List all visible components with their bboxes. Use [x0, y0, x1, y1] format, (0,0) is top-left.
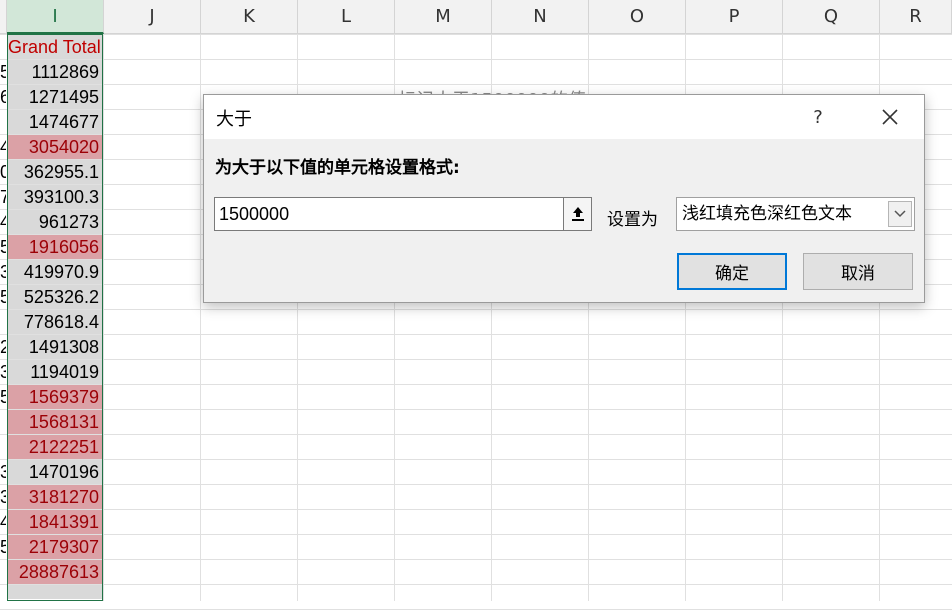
close-button[interactable] — [868, 101, 912, 133]
grid-row-line — [0, 459, 952, 460]
value-cell[interactable]: 28887613 — [8, 560, 102, 584]
value-cell[interactable]: 1194019 — [8, 360, 102, 384]
value-cell[interactable]: 1841391 — [8, 510, 102, 534]
grid-column-line — [200, 34, 201, 601]
column-h-partial-value: 0 — [0, 162, 6, 182]
grid-row-line — [0, 309, 952, 310]
value-cell[interactable]: 419970.9 — [8, 260, 102, 284]
column-h-partial-value: 4 — [0, 212, 6, 232]
ok-button[interactable]: 确定 — [677, 253, 787, 290]
column-header-m[interactable]: M — [395, 0, 492, 34]
dialog-prompt: 为大于以下值的单元格设置格式: — [215, 158, 460, 178]
column-h-partial-value: 3 — [0, 487, 6, 507]
column-h-partial-value: 2 — [0, 337, 6, 357]
value-input[interactable]: 1500000 — [214, 197, 564, 231]
format-dropdown-value: 浅红填充色深红色文本 — [682, 204, 852, 224]
chevron-down-icon — [894, 210, 906, 218]
column-header-p[interactable]: P — [686, 0, 783, 34]
value-cell[interactable]: 1916056 — [8, 235, 102, 259]
value-cell[interactable]: 1271495 — [8, 85, 102, 109]
grid-row-line — [0, 534, 952, 535]
dialog-titlebar: 大于 ? — [204, 95, 924, 139]
column-h-partial-value: 6 — [0, 87, 6, 107]
value-cell[interactable]: 3054020 — [8, 135, 102, 159]
column-header-i[interactable]: I — [7, 0, 104, 34]
collapse-arrow-icon — [571, 207, 584, 221]
grid-row-line — [0, 584, 952, 585]
value-cell[interactable]: 1474677 — [8, 110, 102, 134]
column-h-partial-value: 7 — [0, 187, 6, 207]
column-h-partial-value: 3 — [0, 262, 6, 282]
column-h-partial-value: 5 — [0, 62, 6, 82]
column-header-k[interactable]: K — [201, 0, 298, 34]
column-header-n[interactable]: N — [492, 0, 589, 34]
value-cell[interactable]: 1491308 — [8, 335, 102, 359]
help-button[interactable]: ? — [796, 101, 840, 133]
column-header-l[interactable]: L — [298, 0, 395, 34]
grid-row-line — [0, 559, 952, 560]
greater-than-dialog: 大于 ? 为大于以下值的单元格设置格式: 1500000 设置为 浅红填充色深红… — [203, 94, 925, 303]
value-cell[interactable]: 525326.2 — [8, 285, 102, 309]
value-cell[interactable]: 1112869 — [8, 60, 102, 84]
cancel-button[interactable]: 取消 — [803, 253, 913, 290]
dropdown-arrow[interactable] — [888, 201, 912, 227]
column-h-partial-value: 5 — [0, 287, 6, 307]
range-select-button[interactable] — [563, 197, 592, 231]
format-dropdown[interactable]: 浅红填充色深红色文本 — [676, 197, 915, 231]
value-cell[interactable]: 1568131 — [8, 410, 102, 434]
grid-row-line — [0, 334, 952, 335]
grid-row-line — [0, 34, 952, 35]
column-h-partial-value: 4 — [0, 137, 6, 157]
grid-row-line — [0, 384, 952, 385]
value-cell[interactable]: 393100.3 — [8, 185, 102, 209]
column-header-o[interactable]: O — [589, 0, 686, 34]
grid-row-line — [0, 434, 952, 435]
grid-row-line — [0, 509, 952, 510]
grand-total-header[interactable]: Grand Total — [8, 35, 128, 59]
value-cell[interactable]: 1470196 — [8, 460, 102, 484]
grid-column-line — [103, 34, 104, 601]
column-h-partial-value: 5 — [0, 237, 6, 257]
grid-row-line — [0, 84, 952, 85]
dialog-title: 大于 — [216, 109, 252, 130]
value-cell[interactable]: 778618.4 — [8, 310, 102, 334]
column-header-q[interactable]: Q — [783, 0, 880, 34]
column-h-partial-value: 4 — [0, 512, 6, 532]
column-header-h-partial[interactable] — [0, 0, 7, 34]
grid-row-line — [0, 484, 952, 485]
column-header-r[interactable]: R — [880, 0, 952, 34]
value-cell[interactable]: 2122251 — [8, 435, 102, 459]
value-cell[interactable]: 3181270 — [8, 485, 102, 509]
grid-row-line — [0, 359, 952, 360]
value-cell[interactable]: 362955.1 — [8, 160, 102, 184]
empty-cell[interactable] — [8, 585, 102, 599]
close-icon — [882, 109, 898, 125]
grid-row-line — [0, 409, 952, 410]
column-h-partial-value: 5 — [0, 537, 6, 557]
value-cell[interactable]: 1569379 — [8, 385, 102, 409]
column-h-partial-value: 3 — [0, 462, 6, 482]
value-cell[interactable]: 2179307 — [8, 535, 102, 559]
column-header-j[interactable]: J — [104, 0, 201, 34]
column-h-partial-value: 3 — [0, 362, 6, 382]
column-h-partial-value: 5 — [0, 387, 6, 407]
set-as-label: 设置为 — [607, 210, 658, 230]
grid-row-line — [0, 59, 952, 60]
value-cell[interactable]: 961273 — [8, 210, 102, 234]
